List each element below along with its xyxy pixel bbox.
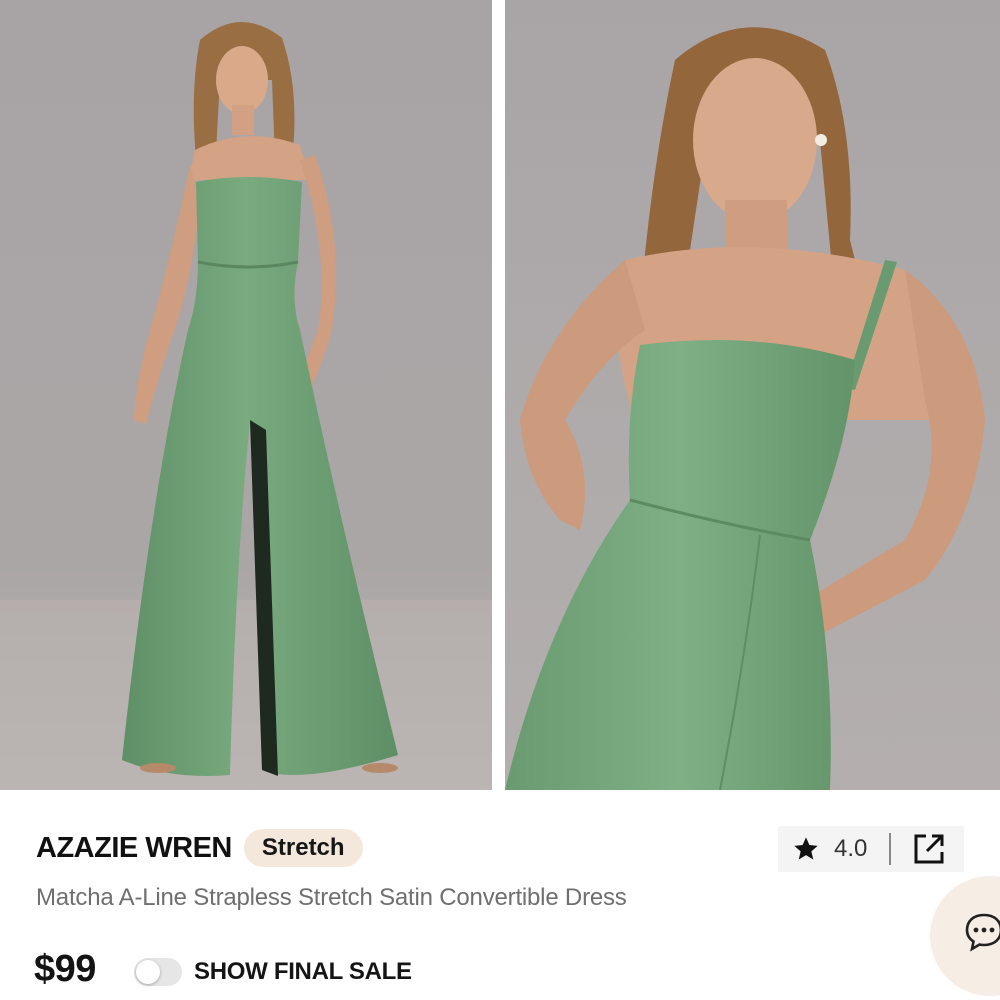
share-button[interactable] xyxy=(911,831,947,867)
divider xyxy=(889,833,892,865)
rating-value[interactable]: 4.0 xyxy=(834,835,867,863)
product-price: $99 xyxy=(34,948,96,990)
toggle-switch[interactable] xyxy=(134,958,182,986)
brand-name: AZAZIE WREN xyxy=(36,831,232,864)
final-sale-label[interactable]: SHOW FINAL SALE xyxy=(194,958,412,986)
chat-bubble-icon xyxy=(965,913,1000,952)
final-sale-toggle[interactable]: SHOW FINAL SALE xyxy=(134,955,412,989)
product-photo-bodice xyxy=(505,0,1000,790)
star-icon xyxy=(794,837,818,860)
chat-button[interactable] xyxy=(930,876,1000,996)
product-image-close-up[interactable] xyxy=(505,0,1000,790)
product-title-row: AZAZIE WREN Stretch xyxy=(36,826,363,870)
product-image-full-length[interactable] xyxy=(0,0,492,790)
toggle-knob xyxy=(136,960,160,984)
rating-share-bar: 4.0 xyxy=(778,826,964,872)
product-photo-front xyxy=(0,0,492,790)
external-link-icon xyxy=(914,834,944,864)
stretch-tag: Stretch xyxy=(243,829,363,867)
product-name: Matcha A-Line Strapless Stretch Satin Co… xyxy=(36,884,627,911)
